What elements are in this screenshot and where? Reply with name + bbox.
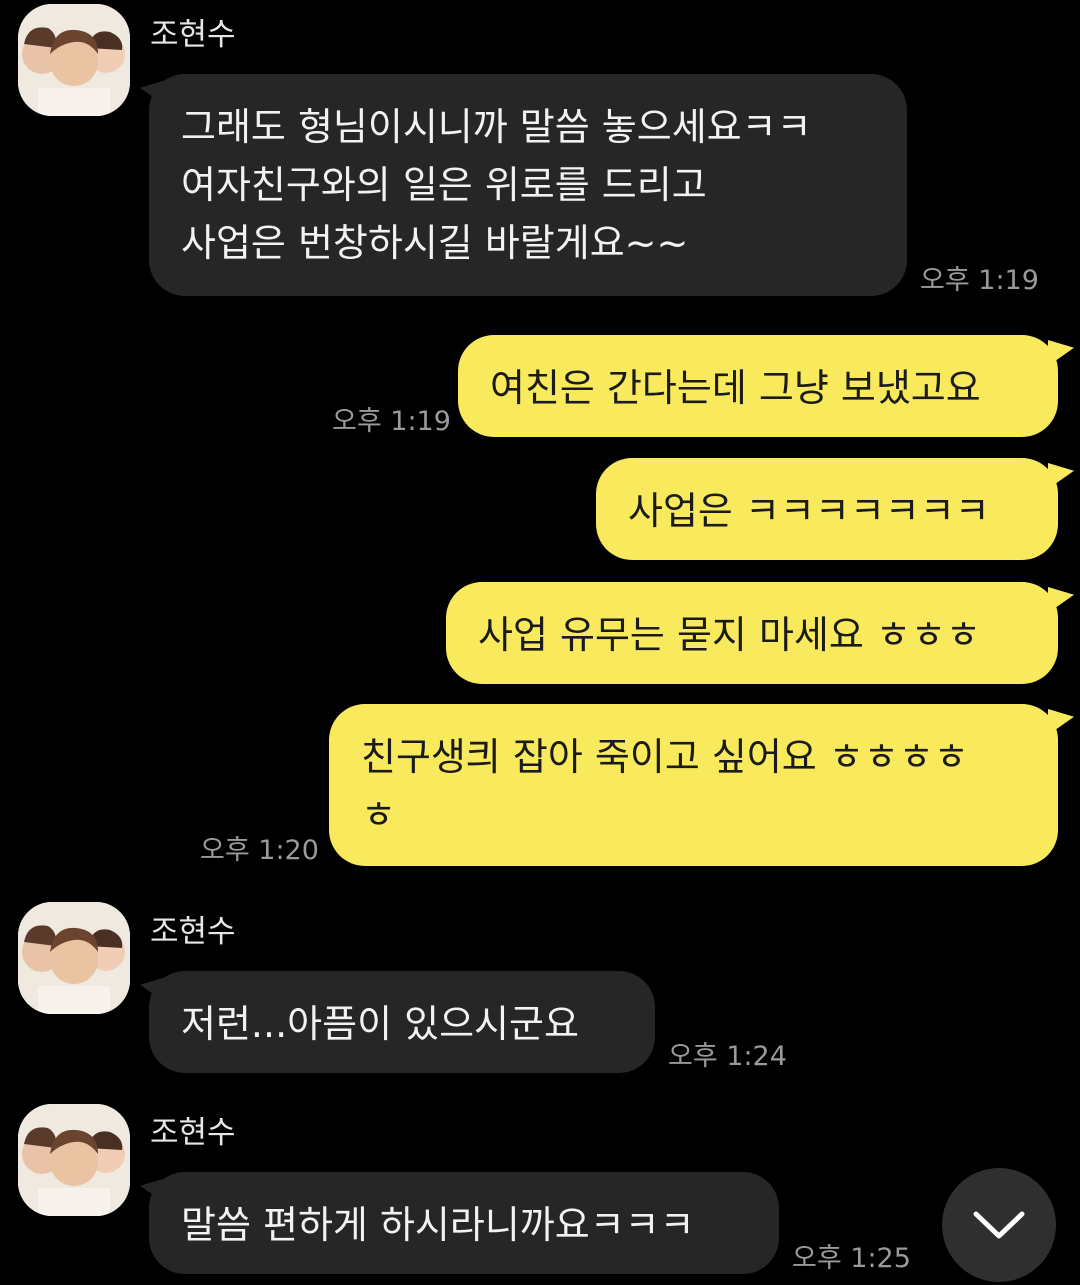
message-bubble-outgoing[interactable]: 사업 유무는 묻지 마세요 ㅎㅎㅎ	[446, 582, 1058, 684]
bubble-tail	[1048, 340, 1074, 366]
profile-photo	[18, 1104, 130, 1216]
message-bubble-incoming[interactable]: 저런...아픔이 있으시군요	[149, 971, 655, 1073]
scroll-to-bottom-button[interactable]	[942, 1168, 1056, 1282]
bubble-tail	[1048, 709, 1074, 735]
avatar[interactable]	[18, 1104, 130, 1216]
message-time: 오후 1:20	[200, 835, 319, 866]
bubble-tail	[1048, 587, 1074, 613]
message-bubble-incoming[interactable]: 말씀 편하게 하시라니까요ㅋㅋㅋ	[149, 1172, 779, 1274]
message-bubble-incoming[interactable]: 그래도 형님이시니까 말씀 놓으세요ㅋㅋ 여자친구와의 일은 위로를 드리고 사…	[149, 74, 907, 296]
bubble-tail	[1048, 463, 1074, 489]
message-time: 오후 1:19	[332, 406, 451, 437]
profile-photo	[18, 4, 130, 116]
avatar[interactable]	[18, 4, 130, 116]
message-time: 오후 1:25	[792, 1243, 911, 1274]
sender-name: 조현수	[150, 17, 236, 53]
message-time: 오후 1:24	[668, 1041, 787, 1072]
message-bubble-outgoing[interactable]: 친구생킈 잡아 죽이고 싶어요 ㅎㅎㅎㅎ ㅎ	[329, 704, 1058, 866]
message-time: 오후 1:19	[920, 265, 1039, 296]
chevron-down-icon	[973, 1211, 1025, 1239]
profile-photo	[18, 902, 130, 1014]
message-bubble-outgoing[interactable]: 사업은 ㅋㅋㅋㅋㅋㅋㅋ	[596, 458, 1058, 560]
sender-name: 조현수	[150, 1115, 236, 1151]
sender-name: 조현수	[150, 914, 236, 950]
message-bubble-outgoing[interactable]: 여친은 간다는데 그냥 보냈고요	[458, 335, 1058, 437]
avatar[interactable]	[18, 902, 130, 1014]
